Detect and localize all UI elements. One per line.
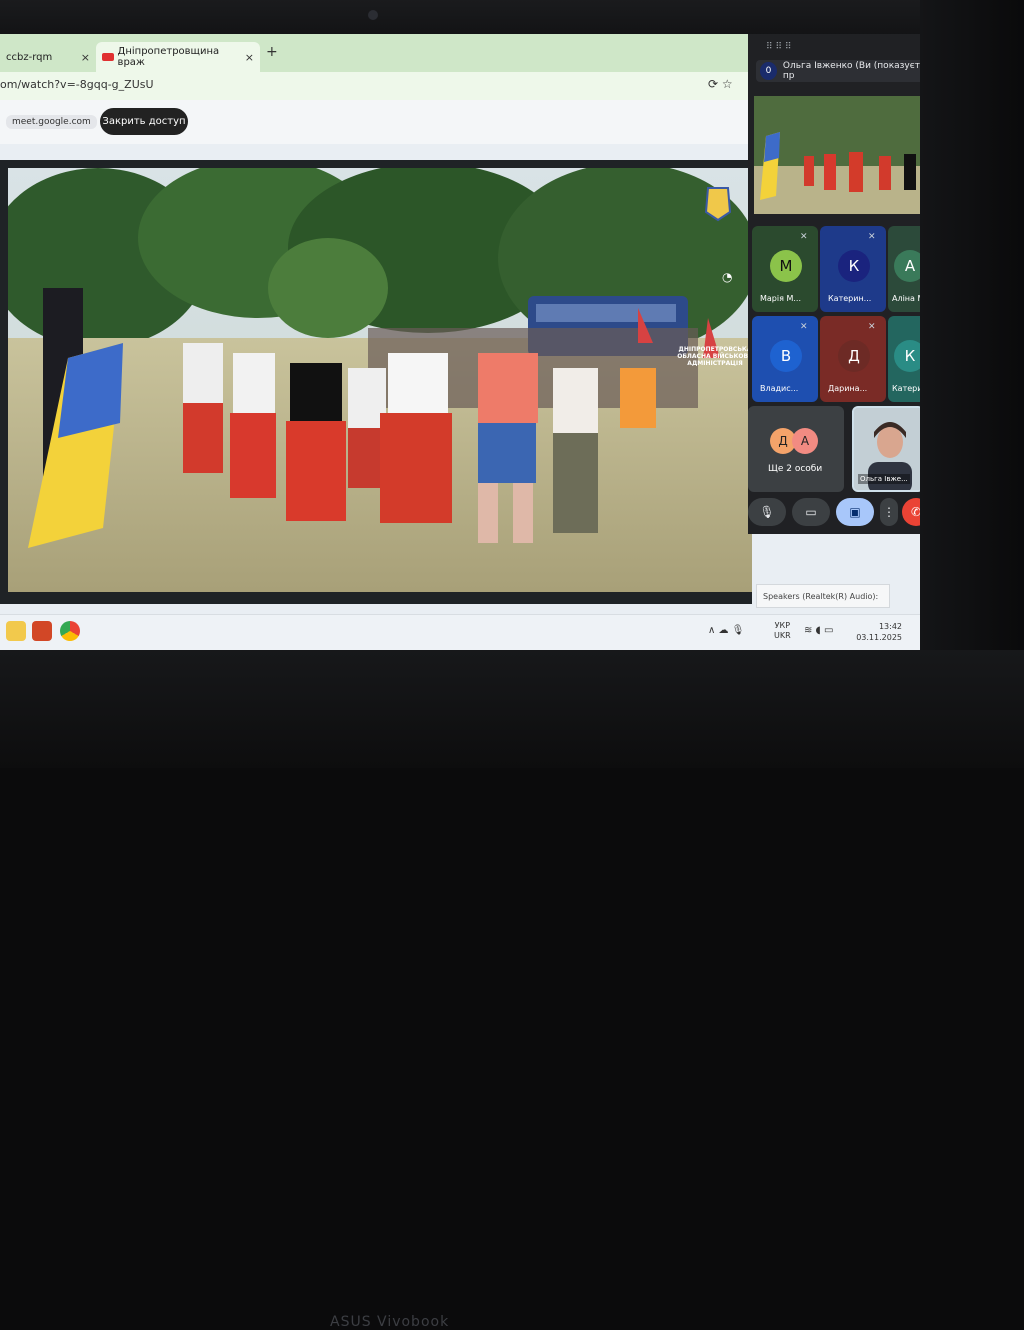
preview-image [754,96,920,214]
powerpoint-icon[interactable] [32,621,52,641]
tab-meet[interactable]: ccbz-rqm × [0,42,96,72]
participant-name: Дарина... [828,384,868,393]
tab-youtube[interactable]: Дніпропетровщина враж × [96,42,260,72]
participant-grid: ✕ М Марія М... ✕ К Катерин... А Аліна М … [748,226,920,402]
tab-label: ccbz-rqm [6,51,53,63]
system-tray-icons[interactable]: ∧ ☁ 🎙 [708,625,744,636]
webcam-icon [368,10,378,20]
participant-tile[interactable]: ✕ М Марія М... [752,226,818,312]
url-text[interactable]: om/watch?v=-8gqq-g_ZUsU [0,78,154,91]
taskbar: ∧ ☁ 🎙 УКР UKR ≋ ◖ ▭ 13:42 03.11.2025 [0,614,920,650]
participant-tile[interactable]: К Катерин [888,316,920,402]
browser-tab-strip: ccbz-rqm × Дніпропетровщина враж × + [0,34,750,72]
new-tab-button[interactable]: + [266,44,278,60]
youtube-icon [102,53,114,61]
chrome-icon[interactable] [60,621,80,641]
meet-controls: 🎙 ▭ ▣ ⋮ ✆ [748,494,920,534]
microphone-button[interactable]: 🎙 [748,498,786,526]
laptop-bezel-bottom: ASUS Vivobook [0,650,1024,1330]
avatar: Д [838,340,870,372]
logo-caption: ДНІПРОПЕТРОВСЬКА ОБЛАСНА ВІЙСЬКОВА АДМІН… [677,346,753,367]
avatar: А [894,250,920,282]
date-text: 03.11.2025 [856,633,902,642]
volume-tooltip: Speakers (Realtek(R) Audio): 98% [756,584,890,625]
taskbar-clock[interactable]: 13:42 03.11.2025 [856,621,902,643]
presenting-banner[interactable]: 0 Ольга Івженко (Ви (показуєте пр [756,60,920,82]
mic-off-icon: ✕ [800,232,808,242]
address-bar[interactable]: om/watch?v=-8gqq-g_ZUsU ⟳ ☆ [0,72,750,100]
presenter-count: 0 [760,62,777,80]
avatar: К [838,250,870,282]
language-indicator[interactable]: УКР UKR [774,621,791,641]
tab-label: Дніпропетровщина враж [117,46,220,68]
mic-off-icon: ✕ [800,322,808,332]
file-explorer-icon[interactable] [6,621,26,641]
shared-screen-preview [754,96,920,214]
leave-call-button[interactable]: ✆ [902,498,920,526]
clock-icon: ◔ [722,270,733,284]
laptop-brand-logo: ASUS Vivobook [330,1314,450,1330]
video-frame [8,168,752,592]
close-icon[interactable]: × [245,51,254,64]
more-participants-label: Ще 2 особи [768,464,823,474]
participant-tile[interactable]: ✕ К Катерин... [820,226,886,312]
participant-tile[interactable]: ✕ Д Дарина... [820,316,886,402]
stop-sharing-button[interactable]: Закрить доступ [100,108,188,135]
participant-name: Катерин [892,384,920,393]
close-icon[interactable]: × [81,51,90,64]
self-video-tile[interactable]: Ольга Івже... [852,406,920,492]
present-screen-button[interactable]: ▣ [836,498,874,526]
more-participants-tile[interactable]: Д А Ще 2 особи [748,406,844,492]
language-code: УКР [774,621,791,630]
participant-tile[interactable]: А Аліна М [888,226,920,312]
participant-name: Владис... [760,384,799,393]
participant-tile[interactable]: ✕ В Владис... [752,316,818,402]
self-name-label: Ольга Івже... [858,474,910,484]
avatar: М [770,250,802,282]
meet-panel-header: ⠿ ⠿ ⠿ [766,42,792,52]
participant-name: Аліна М [892,294,920,303]
presenting-text: Ольга Івженко (Ви (показуєте пр [782,61,920,81]
avatar: К [894,340,920,372]
laptop-screen: ccbz-rqm × Дніпропетровщина враж × + om/… [0,34,920,650]
camera-button[interactable]: ▭ [792,498,830,526]
screen-share-bar: meet.google.com Закрить доступ [0,100,750,144]
mic-off-icon: ✕ [868,322,876,332]
mic-off-icon: ✕ [868,232,876,242]
avatar: А [792,428,818,454]
bookmark-star-icon[interactable]: ⟳ ☆ [708,77,733,91]
video-player[interactable]: ◔ ДНІПРОПЕТРОВСЬКА ОБЛАСНА ВІЙСЬКОВА АДМ… [0,160,753,604]
avatar: В [770,340,802,372]
meet-panel: ⠿ ⠿ ⠿ 0 Ольга Івженко (Ви (показуєте пр … [748,34,920,534]
language-code-latin: UKR [774,631,791,640]
more-options-button[interactable]: ⋮ [880,498,898,526]
participant-name: Марія М... [760,294,801,303]
time-text: 13:42 [878,622,902,631]
meet-domain-chip: meet.google.com [6,115,97,129]
wifi-icon[interactable]: ≋ ◖ ▭ [804,625,833,636]
participant-name: Катерин... [828,294,872,303]
